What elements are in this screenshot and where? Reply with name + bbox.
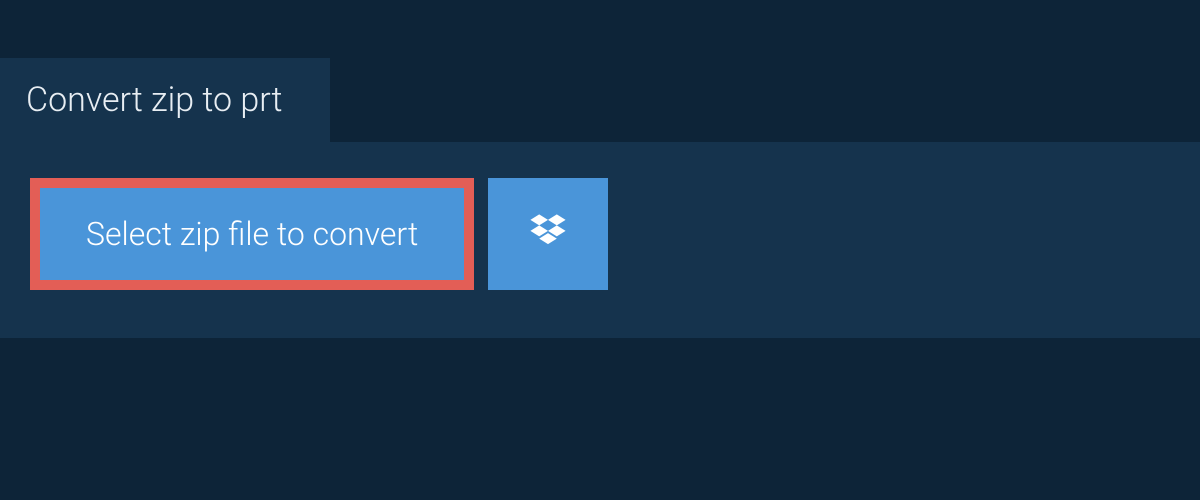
tab-convert[interactable]: Convert zip to prt (0, 58, 330, 142)
dropbox-button[interactable] (488, 178, 608, 290)
select-file-button[interactable]: Select zip file to convert (30, 178, 474, 290)
dropbox-icon (526, 210, 570, 258)
upload-panel: Select zip file to convert (0, 142, 1200, 338)
select-file-label: Select zip file to convert (86, 218, 418, 250)
tab-title: Convert zip to prt (26, 80, 282, 120)
